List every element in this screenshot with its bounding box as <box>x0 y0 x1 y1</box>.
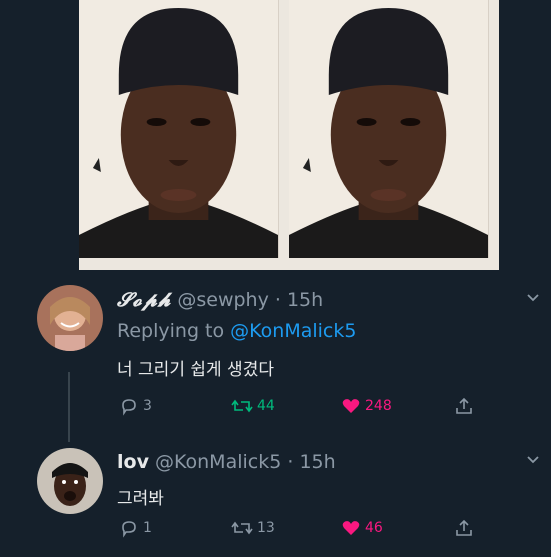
reply-count: 3 <box>143 398 152 414</box>
heart-icon <box>342 399 360 413</box>
reply-icon <box>122 399 136 416</box>
retweet-count: 13 <box>257 520 275 536</box>
reply-button[interactable]: 1 <box>119 518 152 538</box>
tweet-media[interactable] <box>79 0 499 270</box>
media-photo-left[interactable] <box>79 0 279 258</box>
share-button[interactable] <box>454 518 474 538</box>
timestamp[interactable]: · 15h <box>287 451 335 473</box>
media-photo-right[interactable] <box>289 0 489 258</box>
avatar-photo <box>37 285 103 351</box>
retweet-button[interactable]: 44 <box>231 396 275 416</box>
avatar-sewphy[interactable] <box>37 285 103 351</box>
share-icon <box>456 397 472 414</box>
like-count: 248 <box>365 398 392 414</box>
chevron-down-icon[interactable] <box>526 291 540 305</box>
retweet-icon <box>231 521 253 535</box>
chevron-down-icon[interactable] <box>526 453 540 467</box>
replying-to: Replying to @KonMalick5 <box>117 320 356 342</box>
like-count: 46 <box>365 520 383 536</box>
heart-icon <box>342 521 360 535</box>
avatar-photo <box>37 448 103 514</box>
user-handle[interactable]: @sewphy <box>177 289 268 311</box>
reply-button[interactable]: 3 <box>119 396 152 416</box>
reply-count: 1 <box>143 520 152 536</box>
replying-to-mention[interactable]: @KonMalick5 <box>230 320 356 342</box>
retweet-count: 44 <box>257 398 275 414</box>
tweet-text: 너 그리기 쉽게 생겼다 <box>117 360 274 380</box>
share-icon <box>456 519 472 536</box>
avatar-konmalick5[interactable] <box>37 448 103 514</box>
retweet-icon <box>231 399 253 413</box>
display-name[interactable]: lov <box>117 451 149 473</box>
tweet-header: 𝓢𝓸𝓹𝓱 @sewphy · 15h <box>117 289 323 311</box>
like-button[interactable]: 248 <box>341 396 392 416</box>
tweet-header: lov @KonMalick5 · 15h <box>117 451 336 473</box>
display-name[interactable]: 𝓢𝓸𝓹𝓱 <box>117 289 171 311</box>
thread-connector <box>68 372 70 442</box>
share-button[interactable] <box>454 396 474 416</box>
timestamp[interactable]: · 15h <box>275 289 323 311</box>
replying-to-label: Replying to <box>117 320 231 342</box>
tweet-text: 그려봐 <box>117 489 164 509</box>
retweet-button[interactable]: 13 <box>231 518 275 538</box>
portrait-left <box>79 0 278 258</box>
user-handle[interactable]: @KonMalick5 <box>155 451 281 473</box>
portrait-right <box>289 0 488 258</box>
reply-icon <box>122 521 136 538</box>
like-button[interactable]: 46 <box>341 518 383 538</box>
